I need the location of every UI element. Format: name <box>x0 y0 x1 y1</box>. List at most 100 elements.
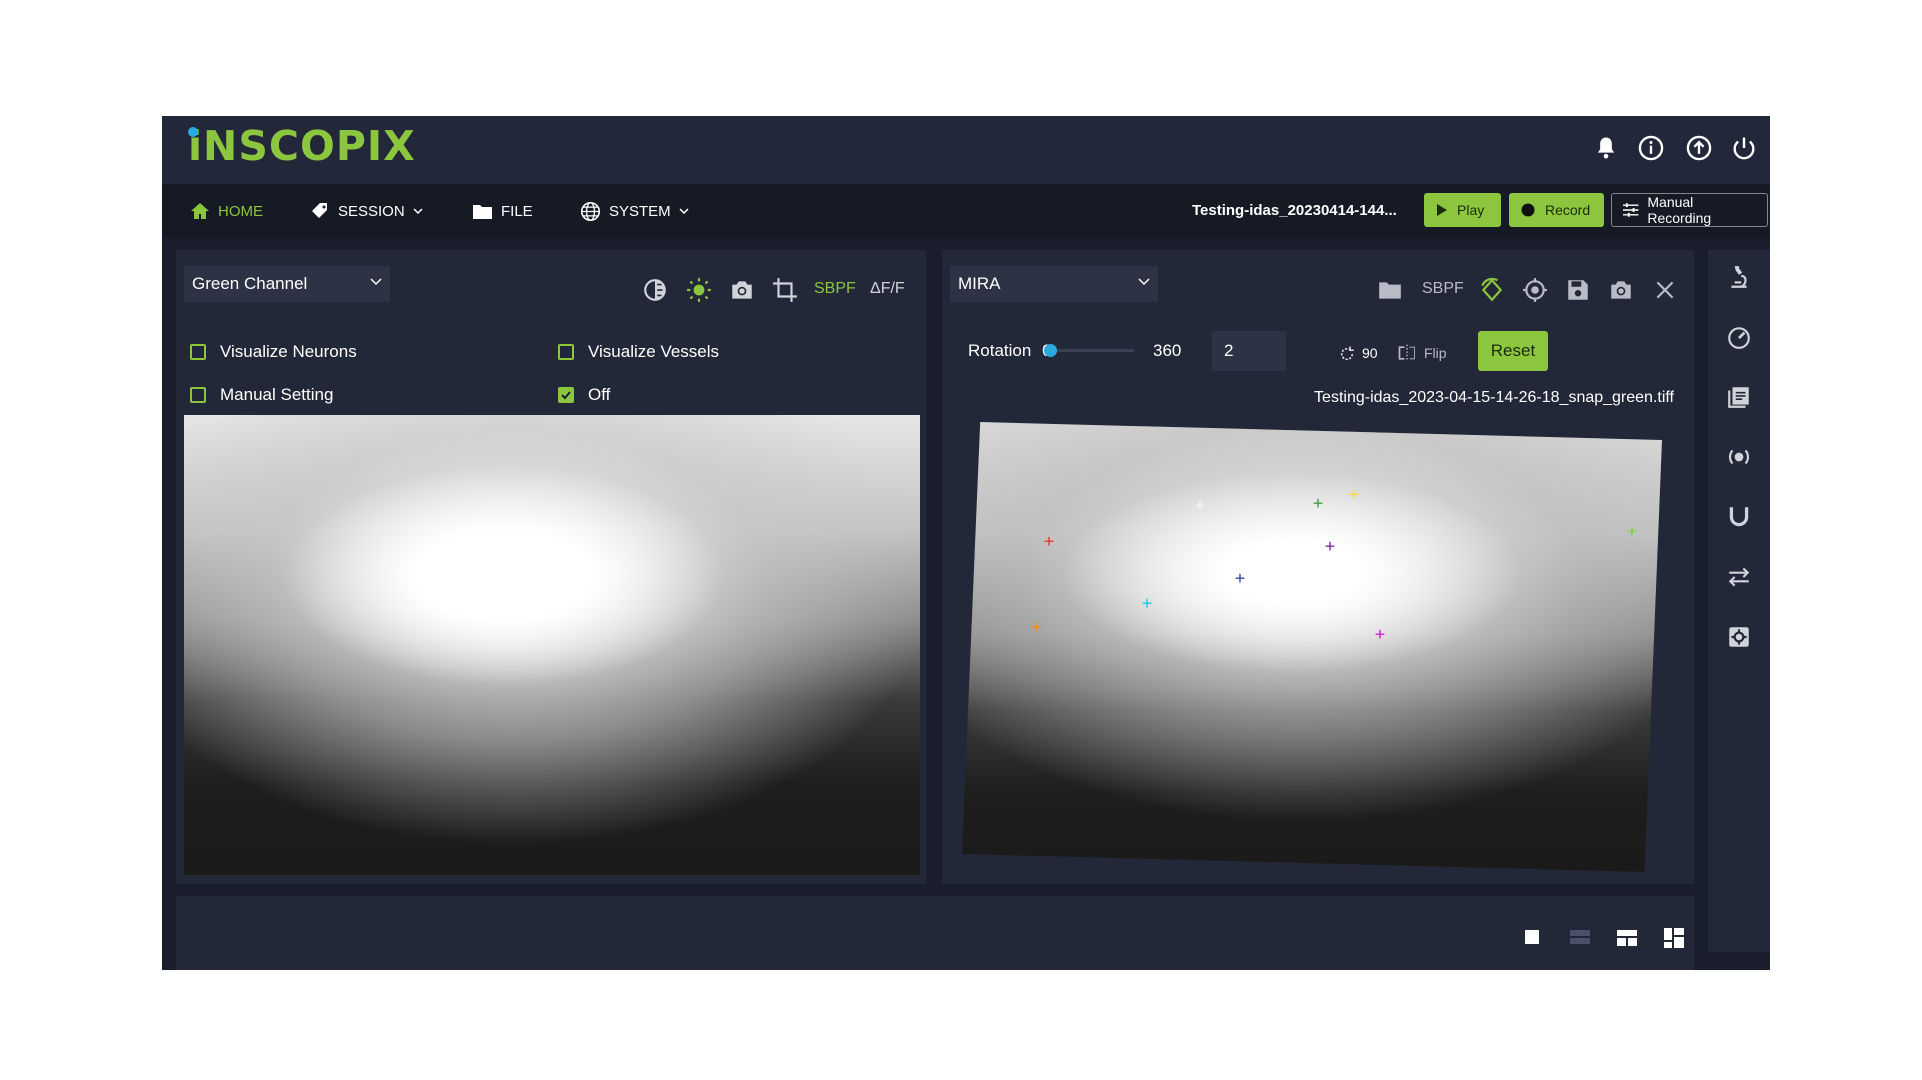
rotation-max: 360 <box>1153 341 1182 360</box>
roi-marker: + <box>1043 531 1055 552</box>
home-icon <box>191 203 209 219</box>
off-label: Off <box>588 385 611 404</box>
microscope-icon[interactable] <box>1726 264 1752 290</box>
folder-icon <box>473 204 492 219</box>
live-camera-feed[interactable] <box>184 415 920 875</box>
rotate-icon[interactable] <box>1338 345 1356 363</box>
visualize-neurons-checkbox[interactable] <box>190 344 206 360</box>
nav-file-label: FILE <box>501 202 533 220</box>
crop-icon[interactable] <box>772 277 798 303</box>
logo-text: iNSCOPIX <box>188 122 416 170</box>
info-icon[interactable] <box>1637 134 1665 162</box>
manual-recording-button[interactable]: Manual Recording <box>1611 193 1768 227</box>
rotation-step-input[interactable]: 2 <box>1212 331 1286 371</box>
flip-icon[interactable] <box>1397 343 1417 363</box>
sbpf-toggle[interactable]: SBPF <box>814 280 856 298</box>
grid-layout-icon[interactable] <box>1664 928 1684 948</box>
source-select[interactable]: MIRA <box>950 266 1158 302</box>
nav-file[interactable]: FILE <box>472 200 533 222</box>
nav-session[interactable]: SESSION <box>310 200 423 222</box>
visualize-vessels-checkbox[interactable] <box>558 344 574 360</box>
single-layout-icon[interactable] <box>1525 930 1539 944</box>
open-folder-icon[interactable] <box>1377 277 1403 303</box>
record-button[interactable]: Record <box>1509 193 1604 227</box>
manual-setting-checkbox[interactable] <box>190 387 206 403</box>
visualize-vessels-label: Visualize Vessels <box>588 342 720 361</box>
roi-marker: + <box>1324 536 1336 557</box>
bell-icon[interactable] <box>1592 134 1620 162</box>
chevron-down-icon <box>370 278 382 286</box>
close-icon[interactable] <box>1652 277 1678 303</box>
upload-icon[interactable] <box>1685 134 1713 162</box>
rotate-step-value[interactable]: 90 <box>1362 345 1378 361</box>
checkmark-icon <box>561 391 571 400</box>
registration-icon[interactable] <box>1479 277 1505 303</box>
manual-setting-label: Manual Setting <box>220 385 334 404</box>
settings-gear-icon[interactable] <box>1726 624 1752 650</box>
manual-recording-label: Manual Recording <box>1647 194 1712 226</box>
sbpf-toggle-right[interactable]: SBPF <box>1422 280 1464 298</box>
rotation-label: Rotation 0 <box>968 341 1052 361</box>
session-name: Testing-idas_20230414-144... <box>1192 202 1397 219</box>
rotation-slider-thumb[interactable] <box>1044 344 1057 357</box>
chevron-down-icon <box>1138 278 1150 286</box>
roi-marker: + <box>1348 484 1360 505</box>
reset-button[interactable]: Reset <box>1478 331 1548 371</box>
dff-toggle[interactable]: ΔF/F <box>870 280 905 298</box>
logo-dot <box>188 127 198 137</box>
roi-marker: + <box>1234 568 1246 589</box>
target-icon[interactable] <box>1522 277 1548 303</box>
bottom-bar <box>176 896 1694 970</box>
play-label: Play <box>1457 202 1485 218</box>
nav-home[interactable]: HOME <box>190 200 263 222</box>
brightness-icon[interactable] <box>686 277 712 303</box>
visualize-neurons-label: Visualize Neurons <box>220 342 357 361</box>
inscopix-logo: iNSCOPIX <box>188 122 416 170</box>
camera-icon[interactable] <box>729 277 755 303</box>
source-select-value: MIRA <box>958 274 1001 293</box>
channel-select[interactable]: Green Channel <box>184 266 390 302</box>
manual-setting-option[interactable]: Manual Setting <box>190 385 333 405</box>
power-icon[interactable] <box>1730 134 1758 162</box>
record-dot-icon <box>1521 203 1535 217</box>
roi-marker: + <box>1374 624 1386 645</box>
rows-layout-icon[interactable] <box>1570 930 1590 944</box>
sliders-icon <box>1622 203 1639 217</box>
channel-select-value: Green Channel <box>192 274 308 293</box>
broadcast-icon[interactable] <box>1726 444 1752 470</box>
left-panel: Green Channel SBPF ΔF/F Visualize Neuron… <box>176 250 926 884</box>
rotation-slider[interactable] <box>1044 344 1134 357</box>
chevron-down-icon <box>679 208 689 214</box>
roi-marker: + <box>1194 495 1206 516</box>
magnet-icon[interactable] <box>1726 504 1752 530</box>
roi-marker: + <box>1626 521 1638 542</box>
tag-icon <box>312 203 327 218</box>
visualize-vessels-option[interactable]: Visualize Vessels <box>558 342 719 362</box>
nav-system[interactable]: SYSTEM <box>580 200 689 222</box>
gauge-icon[interactable] <box>1726 324 1752 350</box>
save-icon[interactable] <box>1565 277 1591 303</box>
play-icon <box>1437 204 1447 216</box>
notes-icon[interactable] <box>1726 384 1752 410</box>
top-bar: iNSCOPIX <box>162 116 1770 184</box>
swap-icon[interactable] <box>1726 564 1752 590</box>
roi-marker: + <box>1141 593 1153 614</box>
off-checkbox[interactable] <box>558 387 574 403</box>
right-tool-rail <box>1708 250 1770 952</box>
off-option[interactable]: Off <box>558 385 610 405</box>
contrast-icon[interactable] <box>642 277 668 303</box>
nav-bar: HOME SESSION FILE SYSTEM Testing-idas_20… <box>162 184 1770 238</box>
chevron-down-icon <box>413 208 423 214</box>
snapshot-filename: Testing-idas_2023-04-15-14-26-18_snap_gr… <box>1314 389 1674 406</box>
split-layout-icon[interactable] <box>1617 930 1637 946</box>
visualize-neurons-option[interactable]: Visualize Neurons <box>190 342 357 362</box>
registered-snapshot[interactable]: + + + + + + + + + + <box>962 422 1662 872</box>
flip-label[interactable]: Flip <box>1424 345 1447 361</box>
record-label: Record <box>1545 202 1591 218</box>
right-panel: MIRA SBPF Rotation 360 2 90 Flip Reset T… <box>942 250 1694 884</box>
snapshot-icon[interactable] <box>1608 277 1634 303</box>
roi-marker: + <box>1030 617 1042 638</box>
nav-home-label: HOME <box>218 202 263 220</box>
play-button[interactable]: Play <box>1424 193 1501 227</box>
app-window: iNSCOPIX HOME SESSION FILE SYSTEM Testin… <box>162 116 1770 970</box>
